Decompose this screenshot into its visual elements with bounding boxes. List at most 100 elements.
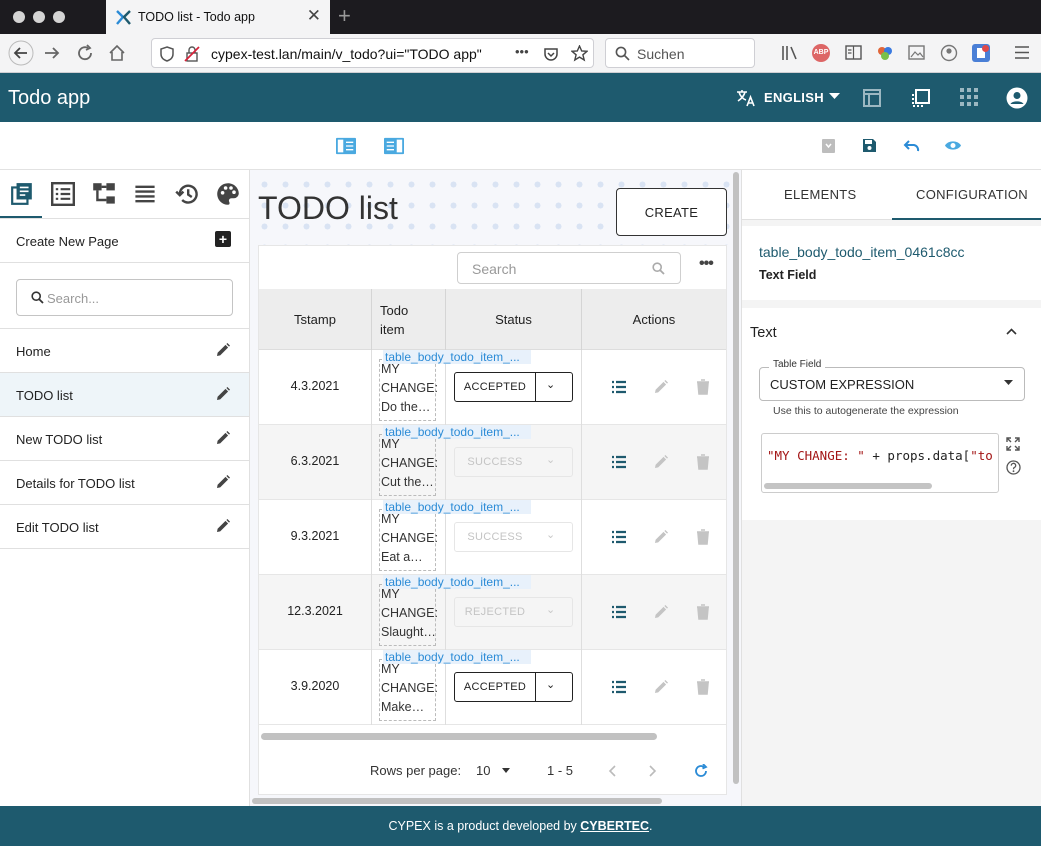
delete-trash-icon[interactable] [695,529,711,545]
layout-view-icon[interactable] [862,88,882,108]
edit-pencil-icon[interactable] [653,604,669,620]
tab-elements[interactable]: ELEMENTS [784,187,856,202]
preview-eye-icon[interactable] [944,139,962,152]
page-title[interactable]: TODO list [258,190,398,227]
todo-table[interactable]: Search ••• Tstamp Todo item Status Actio… [258,245,727,795]
create-button[interactable]: CREATE [616,188,727,236]
history-tab-icon[interactable] [175,182,199,206]
rows-tab-icon[interactable] [133,182,157,206]
status-select[interactable]: SUCCESS ⌄ [454,447,573,477]
edit-pencil-icon[interactable] [215,430,231,446]
shield-icon[interactable] [160,46,174,62]
browser-search-box[interactable]: Suchen [605,38,755,68]
chevron-down-icon[interactable]: ⌄ [546,378,555,391]
canvas-horizontal-scrollbar[interactable] [252,798,662,804]
rows-per-page-select[interactable]: 10 [476,763,490,778]
add-page-icon[interactable]: + [215,231,231,247]
table-row[interactable]: 4.3.2021 table_body_todo_item_... MY CHAN… [259,350,726,425]
app-title[interactable]: Todo app [8,87,90,110]
adblock-icon[interactable]: ABP [812,44,830,62]
editor-canvas[interactable]: TODO list CREATE Search ••• Tstamp Todo … [250,170,741,806]
details-list-icon[interactable] [611,529,627,545]
code-horizontal-scrollbar[interactable] [764,483,932,489]
details-list-icon[interactable] [611,604,627,620]
more-options-icon[interactable]: ••• [699,255,714,273]
delete-trash-icon[interactable] [695,604,711,620]
toggle-left-panel-icon[interactable] [336,137,356,155]
edit-pencil-icon[interactable] [215,386,231,402]
edit-pencil-icon[interactable] [215,474,231,490]
table-row[interactable]: 3.9.2020 table_body_todo_item_... MY CHAN… [259,650,726,725]
cell-todo-item[interactable]: MY CHANGE: Eat a… [381,510,439,567]
section-title[interactable]: Text [750,325,777,341]
edit-pencil-icon[interactable] [215,342,231,358]
url-text[interactable]: cypex-test.lan/main/v_todo?ui="TODO app" [211,46,482,62]
chevron-down-icon[interactable] [829,93,840,100]
window-zoom-dot[interactable] [53,11,65,23]
chevron-down-icon[interactable]: ⌄ [546,528,555,541]
edit-pencil-icon[interactable] [215,518,231,534]
fullscreen-icon[interactable] [1006,437,1020,451]
tab-configuration[interactable]: CONFIGURATION [916,187,1028,202]
status-select[interactable]: REJECTED ⌄ [454,597,573,627]
chevron-down-icon[interactable]: ⌄ [546,453,555,466]
table-row[interactable]: 12.3.2021 table_body_todo_item_... MY CHA… [259,575,726,650]
apps-grid-icon[interactable] [960,88,978,106]
language-selector[interactable]: ENGLISH [764,90,824,105]
new-tab-icon[interactable]: + [338,3,351,29]
library-icon[interactable] [781,45,798,61]
table-search-input[interactable]: Search [457,252,681,284]
window-close-dot[interactable] [13,11,25,23]
tab-close-icon[interactable]: ✕ [307,6,321,26]
back-icon[interactable] [8,40,34,66]
screenshot-icon[interactable] [908,45,925,60]
edit-pencil-icon[interactable] [653,379,669,395]
insecure-lock-icon[interactable] [184,46,200,62]
table-row[interactable]: 9.3.2021 table_body_todo_item_... MY CHAN… [259,500,726,575]
create-new-page-label[interactable]: Create New Page [16,234,119,249]
cell-todo-item[interactable]: MY CHANGE: Do the… [381,360,439,417]
pages-tab-icon[interactable] [10,182,34,206]
chevron-down-icon[interactable]: ⌄ [546,678,555,691]
bookmark-star-icon[interactable] [571,45,588,62]
next-page-icon[interactable] [649,765,657,777]
table-horizontal-scrollbar[interactable] [261,733,657,740]
chevron-down-icon[interactable] [1004,380,1013,385]
help-icon[interactable] [1006,460,1021,475]
details-list-icon[interactable] [611,379,627,395]
refresh-icon[interactable] [694,764,708,778]
theme-palette-icon[interactable] [216,182,240,206]
edit-pencil-icon[interactable] [653,529,669,545]
details-list-icon[interactable] [611,679,627,695]
save-icon[interactable] [862,138,877,153]
reader-view-icon[interactable] [845,45,862,60]
tree-tab-icon[interactable] [92,182,116,206]
browser-tab[interactable]: TODO list - Todo app ✕ [106,0,330,34]
column-header-todo-item[interactable]: Todo item [371,289,445,350]
delete-trash-icon[interactable] [695,454,711,470]
page-item-home[interactable]: Home [0,329,249,373]
table-row[interactable]: 6.3.2021 table_body_todo_item_... MY CHAN… [259,425,726,500]
account-icon[interactable] [940,44,958,62]
window-minimize-dot[interactable] [33,11,45,23]
pocket-icon[interactable] [543,46,559,62]
select-mode-icon[interactable] [911,88,931,108]
list-tab-icon[interactable] [51,182,75,206]
cell-todo-item[interactable]: MY CHANGE: Make… [381,660,439,717]
forward-icon[interactable] [43,45,61,61]
home-icon[interactable] [108,44,126,62]
page-search-input[interactable]: Search... [16,279,233,316]
page-item-edit-todo-list[interactable]: Edit TODO list [0,505,249,549]
cell-todo-item[interactable]: MY CHANGE: Slaught… [381,585,439,642]
chevron-down-icon[interactable] [502,768,510,773]
page-item-new-todo-list[interactable]: New TODO list [0,417,249,461]
archive-icon[interactable] [821,138,836,154]
user-avatar-icon[interactable] [1006,87,1028,109]
edit-pencil-icon[interactable] [653,679,669,695]
hamburger-menu-icon[interactable] [1014,45,1030,60]
details-list-icon[interactable] [611,454,627,470]
url-bar[interactable]: cypex-test.lan/main/v_todo?ui="TODO app"… [151,38,594,68]
chevron-up-icon[interactable] [1006,328,1017,335]
status-select[interactable]: ACCEPTED ⌄ [454,372,573,402]
canvas-vertical-scrollbar[interactable] [733,172,739,784]
